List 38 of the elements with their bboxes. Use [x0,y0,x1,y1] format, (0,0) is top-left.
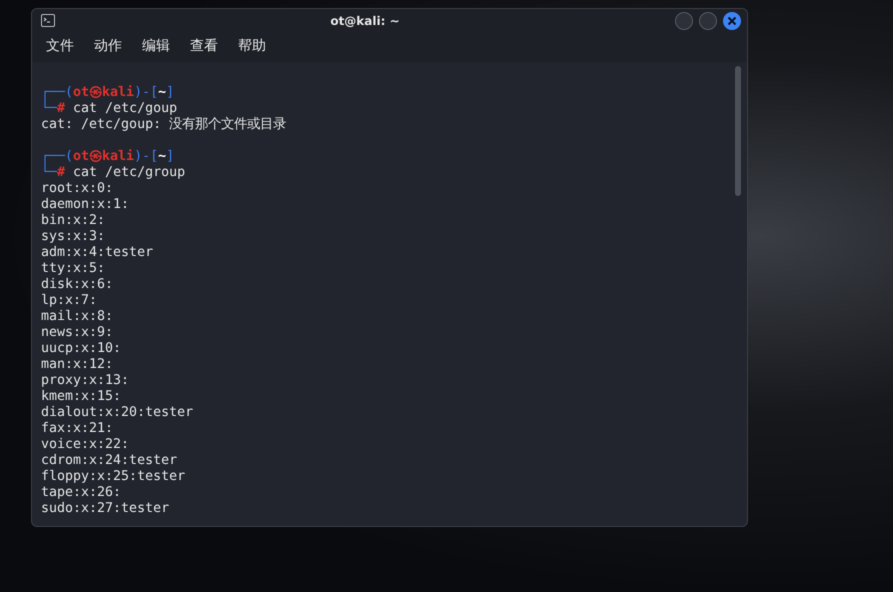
prompt-line: ┌──(ot㉿kali)-[~] [41,149,176,164]
command-line: └─# cat /etc/group [41,165,186,181]
output-line: tape:x:26: [41,485,122,501]
output-line: fax:x:21: [41,421,114,437]
output-line: daemon:x:1: [41,197,130,213]
output-line: lp:x:7: [41,293,98,309]
output-line: sys:x:3: [41,229,106,245]
output-line: cat: /etc/goup: 没有那个文件或目录 [41,117,288,133]
output-line: sudo:x:27:tester [41,501,170,517]
output-line: floppy:x:25:tester [41,469,186,485]
menu-item[interactable]: 动作 [84,34,132,58]
menu-item[interactable]: 文件 [36,34,84,58]
terminal-icon [41,14,55,27]
prompt-line: ┌──(ot㉿kali)-[~] [41,85,176,100]
output-line: uucp:x:10: [41,341,122,357]
output-line: cdrom:x:24:tester [41,453,178,469]
output-line: disk:x:6: [41,277,114,293]
output-line: dialout:x:20:tester [41,405,194,421]
output-line: bin:x:2: [41,213,106,229]
output-line: voice:x:22: [41,437,130,453]
close-icon [727,16,737,26]
menu-item[interactable]: 编辑 [132,34,180,58]
scrollbar-thumb[interactable] [735,66,741,196]
window-title: ot@kali: ~ [329,14,401,28]
maximize-button[interactable] [699,12,717,30]
command-line: └─# cat /etc/goup [41,101,178,117]
output-line: mail:x:8: [41,309,114,325]
close-button[interactable] [723,12,741,30]
output-line: adm:x:4:tester [41,245,154,261]
menu-item[interactable]: 帮助 [228,34,276,58]
output-line: tty:x:5: [41,261,106,277]
minimize-button[interactable] [675,12,693,30]
output-line: proxy:x:13: [41,373,130,389]
output-line: root:x:0: [41,181,114,197]
output-line: kmem:x:15: [41,389,122,405]
menu-item[interactable]: 查看 [180,34,228,58]
output-line: news:x:9: [41,325,114,341]
output-line: man:x:12: [41,357,114,373]
